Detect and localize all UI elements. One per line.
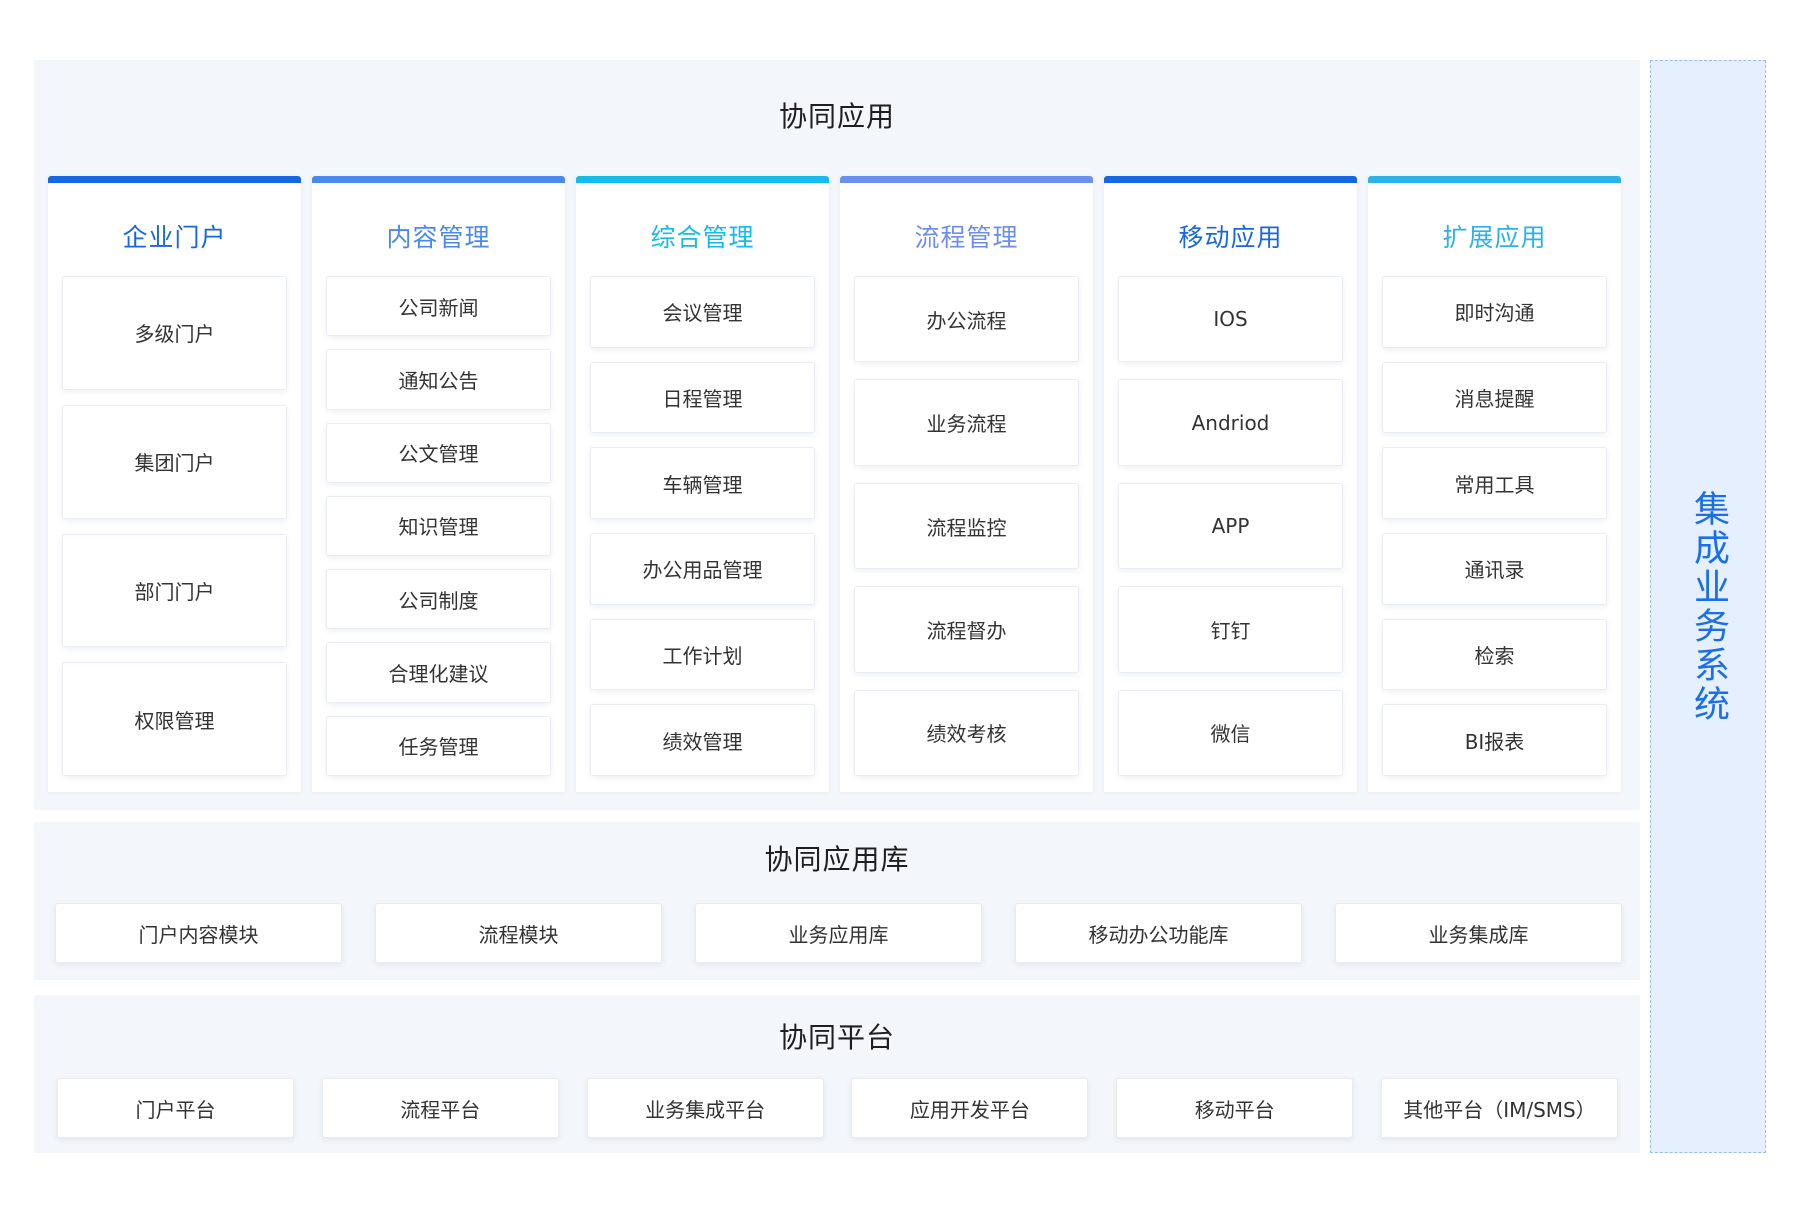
platform-card: 应用开发平台 [851, 1078, 1089, 1138]
app-column: 企业门户多级门户集团门户部门门户权限管理 [48, 176, 301, 792]
module-card: 流程督办 [854, 586, 1079, 673]
column-body: 即时沟通消息提醒常用工具通讯录检索 BI报表 [1368, 276, 1621, 792]
collaborative-apps-section: 协同应用 企业门户 多级门户 集团门户 部门门户 权限管理 内容管理 公司新闻 通知公告 公文管… [34, 60, 1640, 810]
column-body: 会议管理日程管理车辆管理办公用品管理 工作计划绩效管理 [576, 276, 829, 792]
library-card: 业务集成库 [1335, 903, 1622, 963]
module-card: 会议管理 [590, 276, 815, 348]
column-header: 扩展应用 [1442, 222, 1547, 252]
app-column: 流程管理办公流程业务流程流程监控流程督办绩效考核 [840, 176, 1093, 792]
platform-row: 门户平台 流程平台 业务集成平台 应用开发平台 移动平台 其他平台（IM/SMS） [57, 1078, 1618, 1138]
column-body: 多级门户集团门户部门门户权限管理 [48, 276, 301, 792]
app-column: 内容管理公司新闻通知公告公文管理知识管理公司制度合理化建议任务管理 [312, 176, 565, 792]
module-card: 公文管理 [326, 422, 551, 483]
module-card: 消息提醒 [1382, 361, 1607, 434]
module-card: 任务管理 [326, 715, 551, 776]
column-header: 综合管理 [650, 222, 755, 252]
column-header: 企业门户 [122, 222, 227, 252]
module-card: IOS [1118, 276, 1343, 363]
module-card: 部门门户 [62, 533, 287, 648]
module-card: 办公用品管理 [590, 533, 815, 605]
platform-card: 移动平台 [1116, 1078, 1354, 1138]
column-accent-bar [312, 176, 565, 183]
column-accent-bar [48, 176, 301, 183]
column-header: 流程管理 [914, 222, 1019, 252]
app-column: 扩展应用即时沟通消息提醒常用工具通讯录检索 BI报表 [1368, 176, 1621, 792]
library-row: 门户内容模块 流程模块 业务应用库 移动办公功能库 业务集成库 [55, 903, 1622, 963]
module-card: 车辆管理 [590, 447, 815, 520]
module-card: BI报表 [1382, 704, 1607, 777]
column-header: 移动应用 [1178, 222, 1283, 252]
module-card: 绩效考核 [854, 689, 1079, 777]
column-body: IOS Andriod APP 钉钉微信 [1104, 276, 1357, 792]
module-card: 工作计划 [590, 618, 815, 691]
module-card: 钉钉 [1118, 586, 1343, 673]
column-accent-bar [576, 176, 829, 183]
module-card: APP [1118, 482, 1343, 570]
column-accent-bar [1368, 176, 1621, 183]
column-body: 公司新闻通知公告公文管理知识管理公司制度合理化建议任务管理 [312, 276, 565, 792]
module-card: 权限管理 [62, 662, 287, 776]
platform-card: 业务集成平台 [586, 1078, 824, 1138]
column-accent-bar [1104, 176, 1357, 183]
module-card: 检索 [1382, 618, 1607, 691]
column-accent-bar [840, 176, 1093, 183]
module-card: Andriod [1118, 379, 1343, 466]
module-card: 通知公告 [326, 349, 551, 410]
module-card: 微信 [1118, 689, 1343, 777]
platform-section: 协同平台 门户平台 流程平台 业务集成平台 应用开发平台 移动平台 其他平台（IM/SMS… [34, 995, 1640, 1153]
section-title: 协同平台 [778, 1021, 895, 1054]
library-card: 流程模块 [375, 903, 662, 963]
module-card: 业务流程 [854, 379, 1079, 466]
app-column: 综合管理会议管理日程管理车辆管理办公用品管理 工作计划绩效管理 [576, 176, 829, 792]
module-card: 多级门户 [62, 276, 287, 390]
module-card: 日程管理 [590, 361, 815, 434]
section-title: 协同应用 [778, 100, 895, 133]
module-card: 知识管理 [326, 495, 551, 557]
library-card: 业务应用库 [695, 903, 982, 963]
platform-card: 流程平台 [321, 1078, 559, 1138]
integration-side-panel: 集成业务系统 [1650, 60, 1766, 1153]
app-column: 移动应用 IOS Andriod APP 钉钉微信 [1104, 176, 1357, 792]
platform-card: 门户平台 [57, 1078, 294, 1138]
module-card: 办公流程 [854, 276, 1079, 363]
module-card: 公司新闻 [326, 276, 551, 337]
module-card: 流程监控 [854, 482, 1079, 570]
platform-card: 其他平台（IM/SMS） [1380, 1078, 1618, 1138]
module-card: 绩效管理 [590, 704, 815, 777]
module-card: 公司制度 [326, 569, 551, 630]
app-library-section: 协同应用库 门户内容模块 流程模块 业务应用库 移动办公功能库 业务集成库 [34, 822, 1640, 980]
library-card: 移动办公功能库 [1015, 903, 1302, 963]
library-card: 门户内容模块 [55, 903, 342, 963]
section-title: 协同应用库 [764, 843, 910, 876]
module-card: 集团门户 [62, 404, 287, 519]
module-card: 即时沟通 [1382, 276, 1607, 348]
column-body: 办公流程业务流程流程监控流程督办绩效考核 [840, 276, 1093, 792]
side-panel-label: 集成业务系统 [1688, 489, 1729, 724]
module-card: 常用工具 [1382, 447, 1607, 520]
module-card: 合理化建议 [326, 642, 551, 703]
module-card: 通讯录 [1382, 533, 1607, 605]
app-columns: 企业门户 多级门户 集团门户 部门门户 权限管理 内容管理 公司新闻 通知公告 公文管理 知识管理… [48, 176, 1621, 792]
column-header: 内容管理 [386, 222, 491, 252]
